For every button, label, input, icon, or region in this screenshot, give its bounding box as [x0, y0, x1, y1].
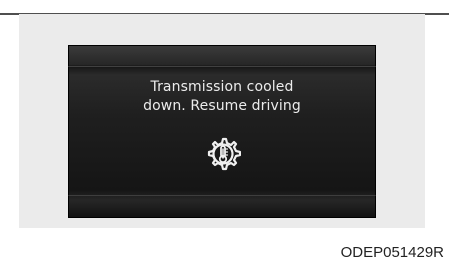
transmission-temperature-gear-icon [207, 137, 241, 171]
message-text: Transmission cooled down. Resume driving [68, 78, 376, 116]
message-line-2: down. Resume driving [143, 98, 301, 114]
message-line-1: Transmission cooled [150, 79, 294, 95]
figure-code: ODEP051429R [340, 244, 444, 261]
cluster-display: Transmission cooled down. Resume driving [68, 45, 376, 218]
